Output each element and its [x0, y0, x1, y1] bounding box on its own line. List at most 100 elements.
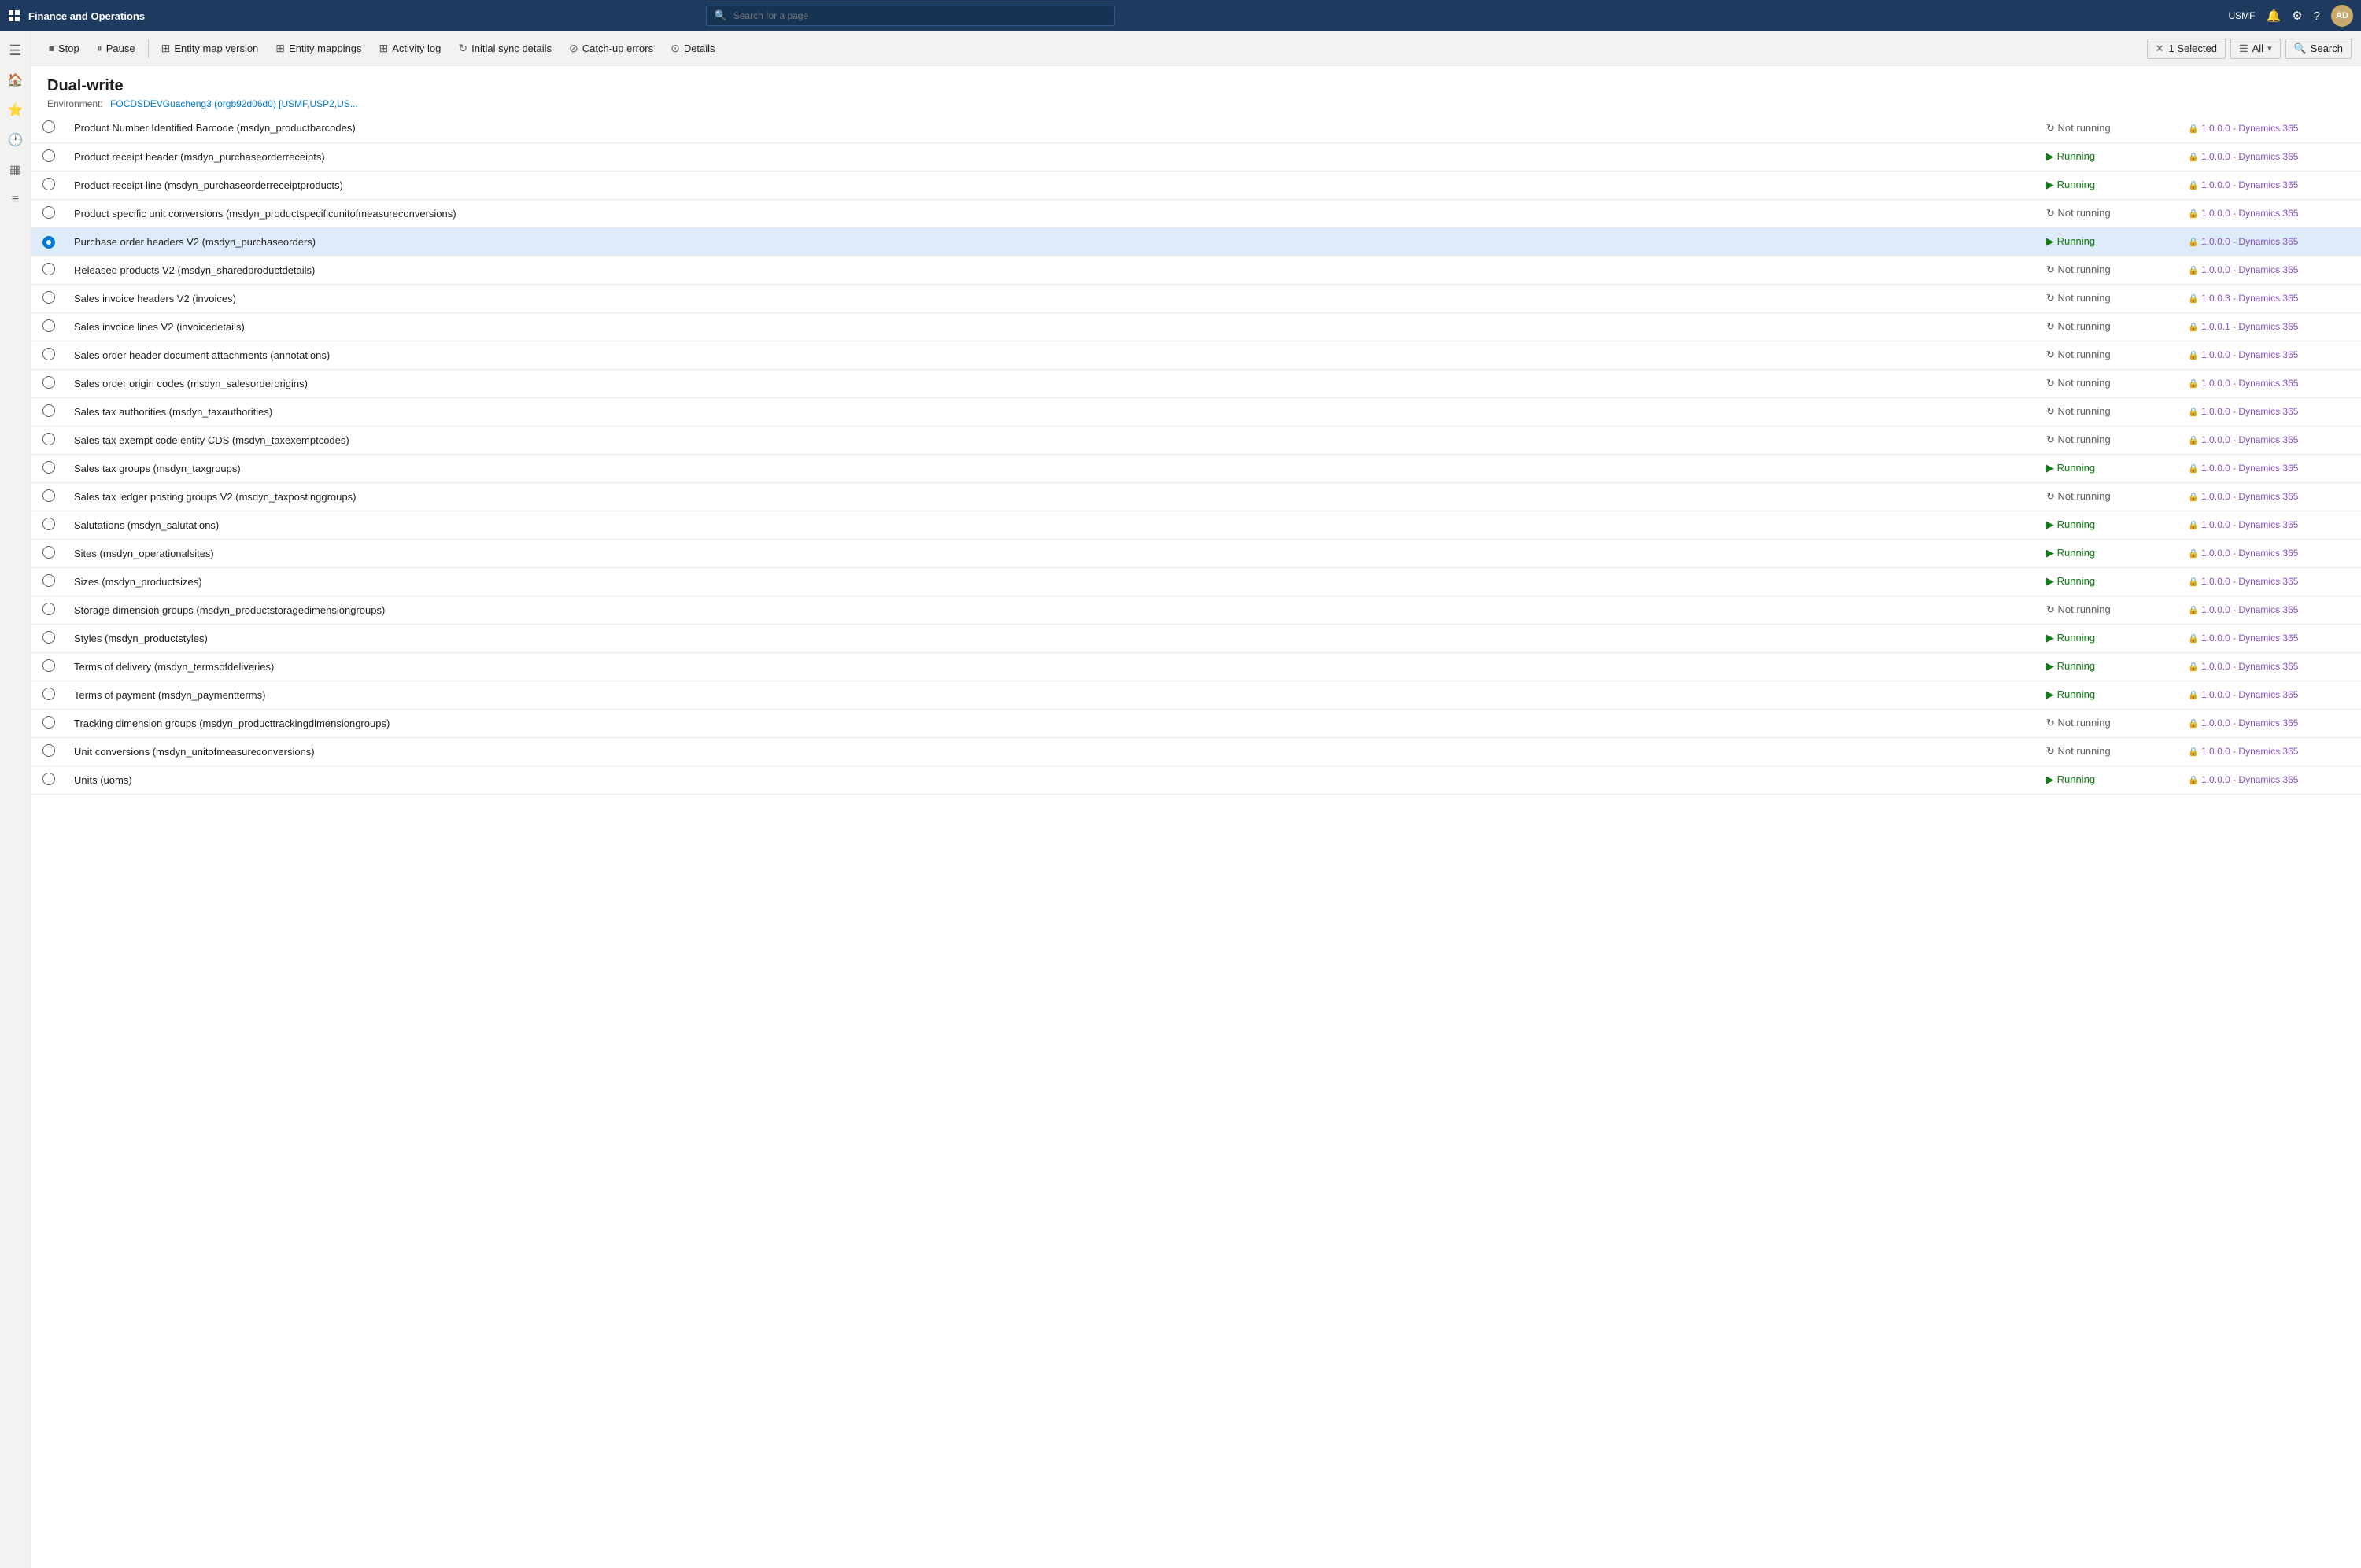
filter-button[interactable]: ☰ All ▾	[2230, 39, 2281, 59]
row-select-cell[interactable]	[31, 511, 66, 539]
table-row[interactable]: Sales order header document attachments …	[31, 341, 2361, 369]
row-select-cell[interactable]	[31, 596, 66, 624]
table-row[interactable]: Sites (msdyn_operationalsites)▶ Running🔒…	[31, 539, 2361, 567]
table-row[interactable]: Sales tax exempt code entity CDS (msdyn_…	[31, 426, 2361, 454]
row-select-cell[interactable]	[31, 766, 66, 794]
app-menu-icon[interactable]	[8, 9, 20, 22]
search-button[interactable]: 🔍 Search	[2285, 39, 2352, 59]
table-row[interactable]: Tracking dimension groups (msdyn_product…	[31, 709, 2361, 737]
table-row[interactable]: Styles (msdyn_productstyles)▶ Running🔒 1…	[31, 624, 2361, 652]
entity-map-version-button[interactable]: ⊞ Entity map version	[153, 39, 267, 58]
notification-icon[interactable]: 🔔	[2267, 9, 2282, 23]
selected-badge[interactable]: ✕ 1 Selected	[2147, 39, 2226, 59]
row-select-cell[interactable]	[31, 737, 66, 766]
radio-button[interactable]	[42, 319, 55, 332]
help-icon[interactable]: ?	[2314, 9, 2320, 23]
initial-sync-button[interactable]: ↻ Initial sync details	[450, 39, 560, 58]
radio-button[interactable]	[42, 773, 55, 785]
pause-button[interactable]: ⏸ Pause	[89, 39, 143, 58]
sidebar-item-recent[interactable]: 🕐	[2, 126, 30, 154]
user-code[interactable]: USMF	[2229, 10, 2256, 21]
radio-button[interactable]	[42, 688, 55, 700]
search-bar[interactable]: 🔍	[706, 6, 1115, 26]
stop-button[interactable]: ⏹ Stop	[41, 39, 87, 58]
table-row[interactable]: Purchase order headers V2 (msdyn_purchas…	[31, 227, 2361, 256]
table-row[interactable]: Sales tax authorities (msdyn_taxauthorit…	[31, 397, 2361, 426]
table-row[interactable]: Terms of payment (msdyn_paymentterms)▶ R…	[31, 681, 2361, 709]
radio-button[interactable]	[42, 546, 55, 559]
radio-button[interactable]	[42, 291, 55, 304]
row-select-cell[interactable]	[31, 114, 66, 142]
table-row[interactable]: Sales tax ledger posting groups V2 (msdy…	[31, 482, 2361, 511]
radio-button[interactable]	[42, 744, 55, 757]
row-select-cell[interactable]	[31, 567, 66, 596]
activity-log-button[interactable]: ⊞ Activity log	[371, 39, 449, 58]
details-button[interactable]: ⊙ Details	[663, 39, 722, 58]
row-select-cell[interactable]	[31, 426, 66, 454]
sidebar-item-favorites[interactable]: ⭐	[2, 96, 30, 124]
radio-button[interactable]	[42, 631, 55, 644]
row-select-cell[interactable]	[31, 199, 66, 227]
catchup-errors-button[interactable]: ⊘ Catch-up errors	[561, 39, 661, 58]
row-select-cell[interactable]	[31, 227, 66, 256]
version-text: 1.0.0.0 - Dynamics 365	[2201, 548, 2298, 559]
table-row[interactable]: Storage dimension groups (msdyn_products…	[31, 596, 2361, 624]
radio-button[interactable]	[42, 404, 55, 417]
sidebar-item-list[interactable]: ≡	[2, 186, 30, 214]
row-select-cell[interactable]	[31, 539, 66, 567]
row-select-cell[interactable]	[31, 624, 66, 652]
row-select-cell[interactable]	[31, 652, 66, 681]
radio-button[interactable]	[42, 149, 55, 162]
settings-icon[interactable]: ⚙	[2292, 9, 2302, 23]
row-select-cell[interactable]	[31, 397, 66, 426]
radio-button[interactable]	[42, 574, 55, 587]
radio-button[interactable]	[42, 236, 55, 249]
entity-mappings-button[interactable]: ⊞ Entity mappings	[268, 39, 369, 58]
radio-button[interactable]	[42, 518, 55, 530]
radio-button[interactable]	[42, 206, 55, 219]
table-row[interactable]: Sales order origin codes (msdyn_salesord…	[31, 369, 2361, 397]
row-select-cell[interactable]	[31, 171, 66, 199]
radio-button[interactable]	[42, 433, 55, 445]
row-select-cell[interactable]	[31, 341, 66, 369]
table-row[interactable]: Product receipt header (msdyn_purchaseor…	[31, 142, 2361, 171]
radio-button[interactable]	[42, 461, 55, 474]
close-icon[interactable]: ✕	[2156, 42, 2164, 55]
avatar[interactable]: AD	[2331, 5, 2353, 27]
radio-button[interactable]	[42, 120, 55, 133]
radio-button[interactable]	[42, 348, 55, 360]
table-row[interactable]: Sales tax groups (msdyn_taxgroups)▶ Runn…	[31, 454, 2361, 482]
row-select-cell[interactable]	[31, 256, 66, 284]
env-label: Environment:	[47, 98, 103, 109]
sidebar-item-workspaces[interactable]: ▦	[2, 156, 30, 184]
sidebar-item-home[interactable]: 🏠	[2, 66, 30, 94]
radio-button[interactable]	[42, 716, 55, 729]
row-select-cell[interactable]	[31, 681, 66, 709]
radio-button[interactable]	[42, 376, 55, 389]
table-row[interactable]: Product Number Identified Barcode (msdyn…	[31, 114, 2361, 142]
row-select-cell[interactable]	[31, 709, 66, 737]
radio-button[interactable]	[42, 263, 55, 275]
radio-button[interactable]	[42, 178, 55, 190]
row-select-cell[interactable]	[31, 369, 66, 397]
table-row[interactable]: Unit conversions (msdyn_unitofmeasurecon…	[31, 737, 2361, 766]
table-row[interactable]: Sizes (msdyn_productsizes)▶ Running🔒 1.0…	[31, 567, 2361, 596]
radio-button[interactable]	[42, 603, 55, 615]
page-search-input[interactable]	[733, 10, 1107, 21]
row-select-cell[interactable]	[31, 284, 66, 312]
row-select-cell[interactable]	[31, 142, 66, 171]
table-row[interactable]: Product receipt line (msdyn_purchaseorde…	[31, 171, 2361, 199]
table-row[interactable]: Salutations (msdyn_salutations)▶ Running…	[31, 511, 2361, 539]
table-row[interactable]: Units (uoms)▶ Running🔒 1.0.0.0 - Dynamic…	[31, 766, 2361, 794]
row-select-cell[interactable]	[31, 312, 66, 341]
table-row[interactable]: Terms of delivery (msdyn_termsofdeliveri…	[31, 652, 2361, 681]
table-row[interactable]: Sales invoice headers V2 (invoices)↻ Not…	[31, 284, 2361, 312]
row-select-cell[interactable]	[31, 482, 66, 511]
table-row[interactable]: Product specific unit conversions (msdyn…	[31, 199, 2361, 227]
table-row[interactable]: Released products V2 (msdyn_sharedproduc…	[31, 256, 2361, 284]
radio-button[interactable]	[42, 489, 55, 502]
table-row[interactable]: Sales invoice lines V2 (invoicedetails)↻…	[31, 312, 2361, 341]
sidebar-item-menu[interactable]: ☰	[2, 36, 30, 65]
row-select-cell[interactable]	[31, 454, 66, 482]
radio-button[interactable]	[42, 659, 55, 672]
